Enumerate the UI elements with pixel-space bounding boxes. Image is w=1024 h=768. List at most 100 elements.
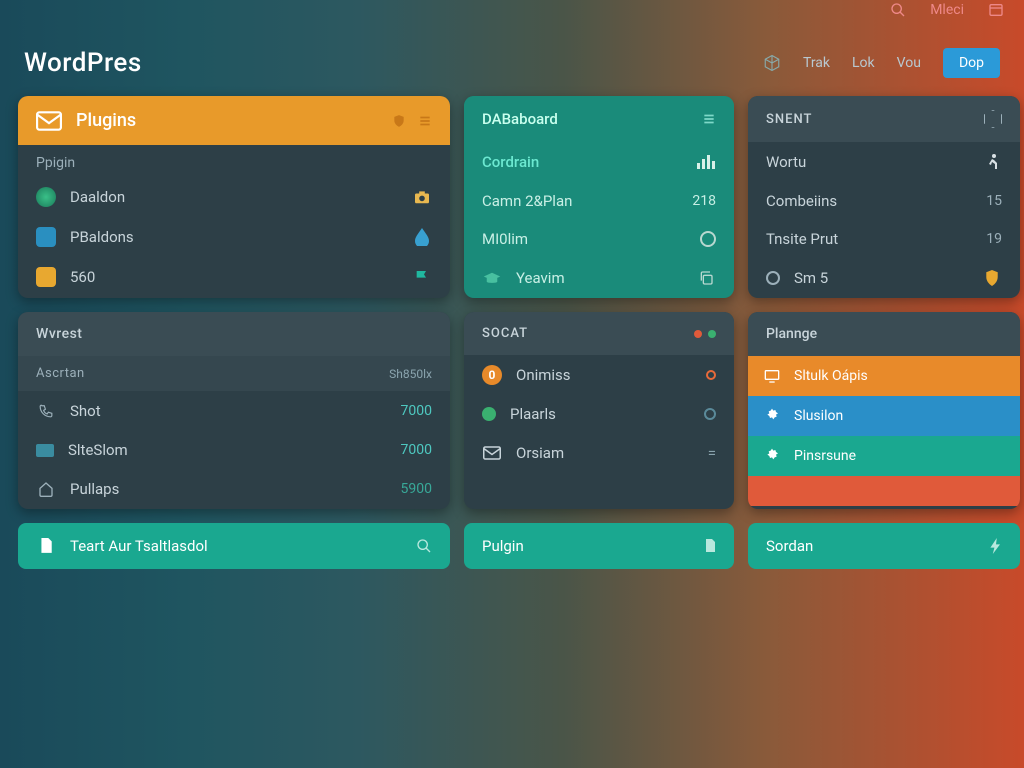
card-dashboard: DABaboard Cordrain Camn 2&Plan 218 MI0li… xyxy=(464,96,734,298)
list-item[interactable]: Sm 5 xyxy=(748,258,1020,298)
primary-button[interactable]: Dop xyxy=(943,48,1000,78)
list-item-label: Pullaps xyxy=(70,480,119,498)
list-item[interactable]: Shot 7000 xyxy=(18,391,450,431)
list-item[interactable]: SlteSlom 7000 xyxy=(18,431,450,469)
shield-icon xyxy=(982,268,1002,288)
disc-icon xyxy=(36,227,56,247)
card-dashboard-title: DABaboard xyxy=(482,110,558,128)
flag-icon xyxy=(412,267,432,287)
card-plugins-title: Plugins xyxy=(76,110,136,131)
list-item-label: Plaarls xyxy=(510,405,556,423)
list-item-label: SlteSlom xyxy=(68,441,128,459)
card-plange-header: Plannge xyxy=(748,312,1020,356)
list-item-value: 7000 xyxy=(401,403,432,419)
ring-icon xyxy=(706,370,716,380)
card-plange-title: Plannge xyxy=(766,326,817,342)
menu-icon[interactable] xyxy=(418,114,432,128)
list-item[interactable] xyxy=(748,476,1020,506)
doc-icon xyxy=(704,539,716,553)
list-item[interactable]: Slusilon xyxy=(748,396,1020,436)
hex-icon[interactable] xyxy=(984,110,1002,128)
list-item[interactable]: Cordrain xyxy=(464,142,734,182)
list-item[interactable]: Pullaps 5900 xyxy=(18,469,450,509)
list-item-label: Camn 2&Plan xyxy=(482,192,572,210)
list-item[interactable]: Pinsrsune xyxy=(748,436,1020,476)
card-snent: SNENT Wortu Combeiins 15 Tnsite Prut 19 … xyxy=(748,96,1020,298)
list-item-value: 218 xyxy=(692,193,716,209)
target-icon xyxy=(766,271,780,285)
ring-icon xyxy=(704,408,716,420)
bolt-icon xyxy=(990,538,1002,554)
search-icon xyxy=(416,538,432,554)
app-title: WordPres xyxy=(24,48,142,78)
list-item-label: Cordrain xyxy=(482,153,539,171)
list-item[interactable]: PBaldons xyxy=(18,217,450,257)
list-item[interactable]: Wortu xyxy=(748,142,1020,182)
badge-icon: 0 xyxy=(482,365,502,385)
nav-vou[interactable]: Vou xyxy=(897,55,921,71)
camera-icon xyxy=(412,187,432,207)
card-snent-header: SNENT xyxy=(748,96,1020,142)
button-label: Pulgin xyxy=(482,537,524,555)
action-button-1[interactable]: Teart Aur Tsaltlasdol xyxy=(18,523,450,569)
nav-lok[interactable]: Lok xyxy=(852,55,875,71)
menu-icon[interactable] xyxy=(702,112,716,126)
card-wvrest-title: Wvrest xyxy=(36,326,82,342)
list-item[interactable]: Daaldon xyxy=(18,177,450,217)
card-dashboard-header: DABaboard xyxy=(464,96,734,142)
list-item-label: Combeiins xyxy=(766,192,837,210)
top-menu[interactable]: Mleci xyxy=(930,2,964,18)
button-label: Sordan xyxy=(766,537,813,555)
list-item-label: PBaldons xyxy=(70,228,134,246)
gear-icon xyxy=(764,408,780,424)
globe-icon xyxy=(36,187,56,207)
mail-icon xyxy=(36,111,62,131)
list-item[interactable]: Plaarls xyxy=(464,395,734,433)
list-item[interactable]: Combeiins 15 xyxy=(748,182,1020,220)
monitor-icon xyxy=(764,369,780,383)
button-label: Teart Aur Tsaltlasdol xyxy=(70,537,208,555)
card-plange: Plannge Sltulk Oápis Slusilon Pinsrsune xyxy=(748,312,1020,509)
list-item-value: Sh850lx xyxy=(389,367,432,381)
graduation-icon xyxy=(482,268,502,288)
card-socat-header: SOCAT xyxy=(464,312,734,355)
card-wvrest: Wvrest Ascrtan Sh850lx Shot 7000 SlteSlo… xyxy=(18,312,450,509)
action-button-3[interactable]: Sordan xyxy=(748,523,1020,569)
mail-icon xyxy=(482,443,502,463)
card-socat: SOCAT 0Onimiss Plaarls Orsiam = xyxy=(464,312,734,509)
list-item[interactable]: 0Onimiss xyxy=(464,355,734,395)
list-item-label: Pinsrsune xyxy=(794,448,856,464)
list-item[interactable]: Sltulk Oápis xyxy=(748,356,1020,396)
droplet-icon xyxy=(412,227,432,247)
equals-icon: = xyxy=(708,444,716,462)
folder-icon xyxy=(36,267,56,287)
cube-icon[interactable] xyxy=(763,54,781,72)
list-item-label: Tnsite Prut xyxy=(766,230,838,248)
shield-small-icon xyxy=(392,114,406,128)
list-item[interactable]: Orsiam = xyxy=(464,433,734,473)
copy-icon xyxy=(696,268,716,288)
top-strip: Mleci xyxy=(0,0,1024,20)
list-item-label: Slusilon xyxy=(794,408,843,424)
phone-icon xyxy=(36,401,56,421)
card-wvrest-header: Wvrest xyxy=(18,312,450,356)
ring-icon xyxy=(700,231,716,247)
list-item[interactable]: Yeavim xyxy=(464,258,734,298)
card-snent-title: SNENT xyxy=(766,112,812,127)
list-item[interactable]: MI0lim xyxy=(464,220,734,258)
list-item[interactable]: Tnsite Prut 19 xyxy=(748,220,1020,258)
active-dot-icon xyxy=(482,407,496,421)
action-button-2[interactable]: Pulgin xyxy=(464,523,734,569)
list-item[interactable]: Camn 2&Plan 218 xyxy=(464,182,734,220)
search-icon[interactable] xyxy=(890,2,906,18)
panel-icon[interactable] xyxy=(988,2,1004,18)
list-item-label: Orsiam xyxy=(516,444,564,462)
list-item-label: Daaldon xyxy=(70,188,125,206)
card-socat-title: SOCAT xyxy=(482,326,528,341)
list-item-label: Wortu xyxy=(766,153,806,171)
nav-trak[interactable]: Trak xyxy=(803,55,830,71)
header: WordPres Trak Lok Vou Dop xyxy=(0,20,1024,96)
list-item[interactable]: 560 xyxy=(18,257,450,297)
list-item[interactable]: Ascrtan Sh850lx xyxy=(18,356,450,391)
card-plugins: Plugins Ppigin Daaldon PBaldons 560 xyxy=(18,96,450,298)
